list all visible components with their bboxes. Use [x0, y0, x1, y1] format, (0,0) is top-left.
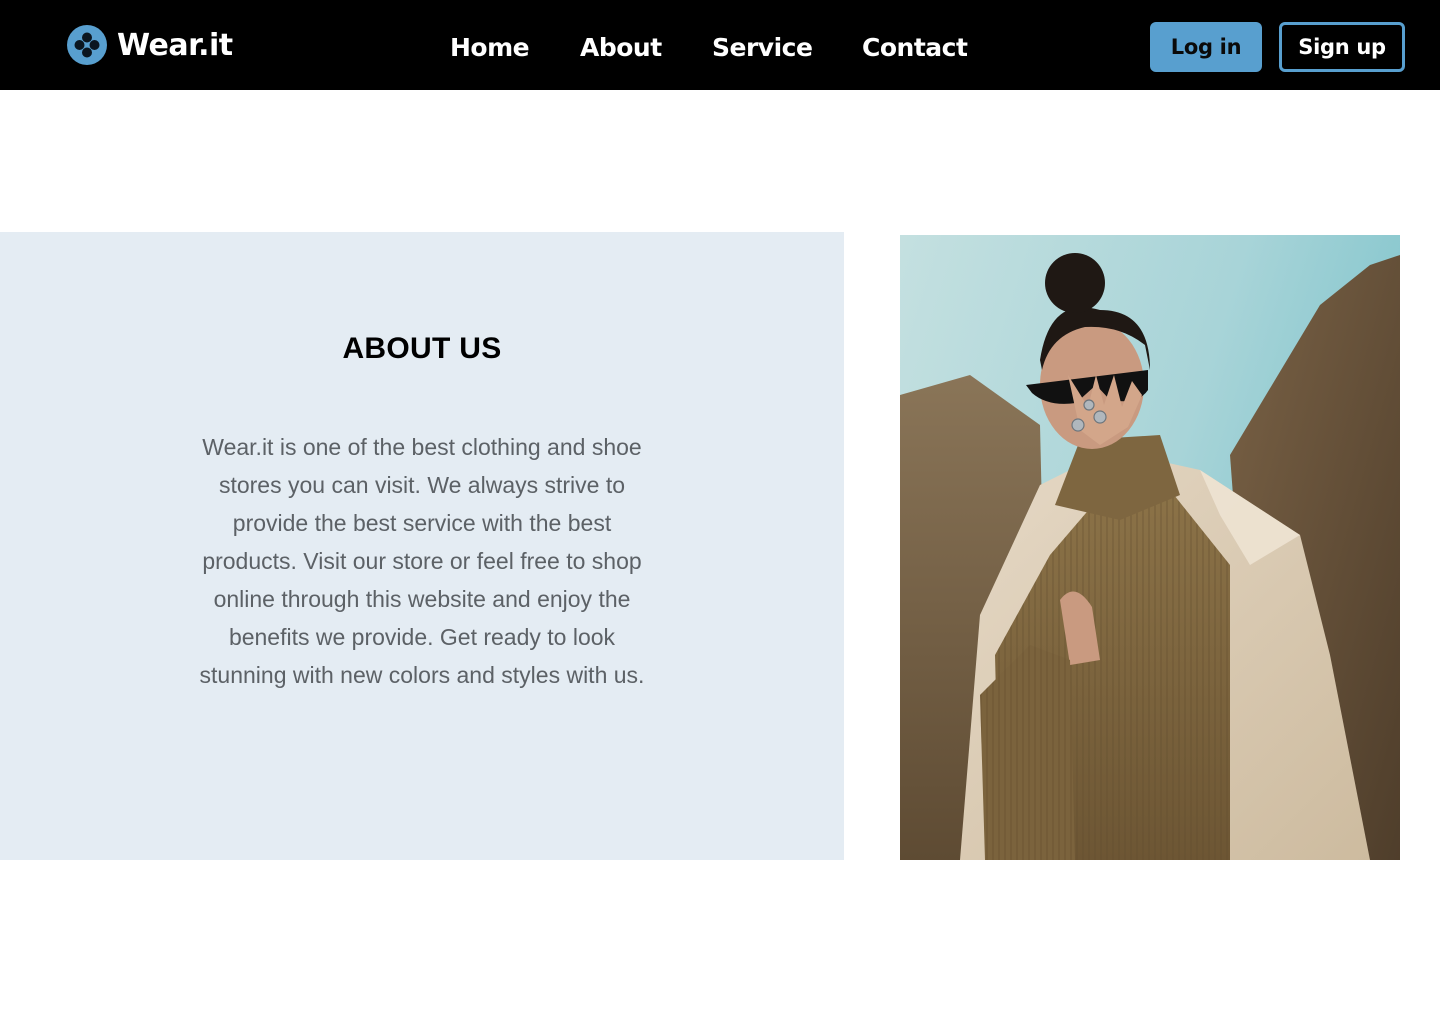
about-section: ABOUT US Wear.it is one of the best clot… — [0, 232, 844, 860]
nav-link-home[interactable]: Home — [450, 28, 530, 68]
fashion-model-photo — [900, 235, 1400, 860]
nav-link-about[interactable]: About — [580, 28, 662, 68]
signup-button[interactable]: Sign up — [1279, 22, 1405, 72]
brand-name: Wear.it — [117, 27, 233, 63]
about-description: Wear.it is one of the best clothing and … — [199, 434, 645, 688]
about-title: ABOUT US — [342, 332, 502, 365]
clover-logo-icon — [67, 25, 107, 65]
nav-link-contact[interactable]: Contact — [862, 28, 968, 68]
nav-link-service[interactable]: Service — [712, 28, 813, 68]
top-navbar: Wear.it Home About Service Contact Log i… — [0, 0, 1440, 90]
brand-logo-link[interactable]: Wear.it — [67, 25, 233, 65]
login-button[interactable]: Log in — [1150, 22, 1262, 72]
